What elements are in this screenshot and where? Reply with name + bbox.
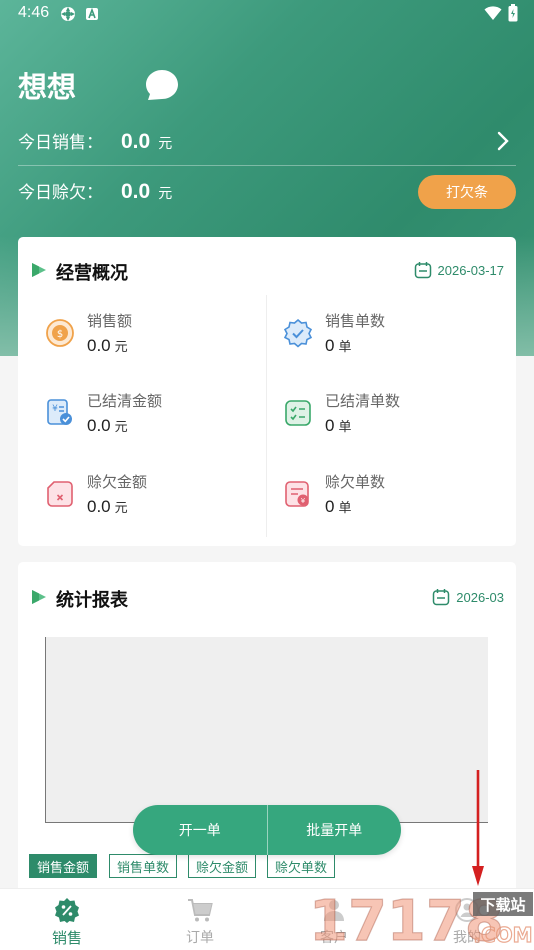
tab-label: 销售	[51, 929, 82, 947]
report-title: 统计报表	[56, 590, 128, 611]
overview-date-picker[interactable]: 2026-03-17	[414, 261, 505, 279]
report-date-picker[interactable]: 2026-03	[432, 588, 504, 606]
metric-label: 销售额	[87, 312, 133, 330]
today-credit-unit: 元	[158, 186, 173, 202]
annotation-arrow-icon	[472, 770, 484, 886]
cart-icon	[188, 899, 213, 922]
metric-label: 已结清单数	[325, 392, 401, 410]
today-credit-row: 今日赊欠： 0.0 元	[18, 178, 172, 212]
metric-value: 0.0 元	[87, 336, 128, 355]
overview-title: 经营概况	[56, 263, 128, 284]
section-marker-icon	[32, 263, 46, 277]
today-credit-value: 0.0	[121, 180, 151, 203]
today-sales-value: 0.0	[121, 130, 151, 153]
tab-label: 订单	[186, 930, 214, 946]
column-divider	[266, 295, 267, 537]
section-marker-icon	[32, 590, 46, 604]
batch-order-button[interactable]: 批量开单	[268, 805, 402, 855]
svg-text:.COM: .COM	[473, 923, 532, 947]
metric-value: 0.0 元	[87, 497, 128, 516]
settings-wheel-icon	[61, 7, 75, 21]
chart-y-axis	[45, 637, 46, 823]
chart-plot-area	[45, 637, 488, 823]
today-credit-label: 今日赊欠：	[18, 183, 103, 203]
svg-text:¥: ¥	[52, 404, 58, 414]
metric-settled-count[interactable]: 已结清单数 0单	[283, 390, 503, 454]
floating-order-actions: 开一单 批量开单	[133, 805, 401, 855]
report-tab-sales-amount[interactable]: 销售金额	[29, 854, 98, 878]
overview-card: 经营概况 2026-03-17 $ 销售额 0.0 元 销售单数 0单 ¥ 已结…	[18, 237, 516, 546]
today-sales-row[interactable]: 今日销售： 0.0 元	[18, 128, 172, 162]
tab-sales[interactable]: 销售	[7, 889, 127, 950]
metric-value: 0单	[325, 336, 352, 355]
today-sales-label: 今日销售：	[18, 133, 103, 153]
svg-text:¥: ¥	[301, 497, 306, 505]
watermark-logo-icon: 17178 下载站 .COM	[308, 888, 533, 950]
tab-orders[interactable]: 订单	[140, 889, 260, 950]
badge-check-icon	[283, 318, 313, 348]
chevron-right-icon[interactable]	[496, 131, 510, 151]
sales-percent-icon	[55, 898, 79, 923]
report-date: 2026-03	[456, 589, 504, 605]
coin-icon: $	[46, 319, 74, 347]
invoice-paid-icon: ¥	[47, 399, 72, 425]
report-tab-credit-amount[interactable]: 赊欠金额	[188, 854, 257, 878]
new-order-button[interactable]: 开一单	[133, 805, 267, 855]
iou-button[interactable]: 打欠条	[418, 175, 516, 209]
calendar-icon	[433, 589, 450, 606]
metric-credit-count[interactable]: ¥ 赊欠单数 0单	[283, 471, 503, 535]
metric-settled-amount[interactable]: ¥ 已结清金额 0.0 元	[45, 390, 265, 454]
metric-sales-count[interactable]: 销售单数 0单	[283, 310, 503, 374]
metric-credit-amount[interactable]: 赊欠金额 0.0 元	[45, 471, 265, 535]
metric-label: 赊欠单数	[325, 473, 386, 491]
metric-sales-amount[interactable]: $ 销售额 0.0 元	[45, 310, 265, 374]
overview-date: 2026-03-17	[437, 262, 505, 278]
metric-label: 已结清金额	[87, 392, 163, 410]
metric-value: 0单	[325, 497, 352, 516]
shop-name: 想想	[18, 70, 77, 104]
header-divider	[18, 165, 516, 166]
metric-label: 赊欠金额	[87, 473, 148, 491]
wifi-icon	[484, 6, 502, 20]
app-notification-icon	[86, 7, 98, 20]
metric-value: 0.0 元	[87, 416, 128, 435]
metric-label: 销售单数	[325, 312, 386, 330]
metric-value: 0单	[325, 416, 352, 435]
calendar-icon	[414, 262, 431, 279]
svg-text:下载站: 下载站	[480, 896, 525, 914]
credit-orders-icon: ¥	[285, 481, 309, 507]
report-tab-credit-count[interactable]: 赊欠单数	[267, 854, 336, 878]
checklist-icon	[285, 400, 311, 426]
status-time: 4:46	[18, 4, 50, 21]
message-bubble-icon[interactable]	[145, 69, 179, 101]
report-tab-sales-count[interactable]: 销售单数	[109, 854, 178, 878]
status-bar: 4:46	[0, 0, 534, 28]
today-sales-unit: 元	[158, 136, 173, 152]
battery-icon	[508, 4, 518, 22]
svg-text:$: $	[57, 329, 63, 340]
credit-bill-icon	[47, 481, 73, 507]
